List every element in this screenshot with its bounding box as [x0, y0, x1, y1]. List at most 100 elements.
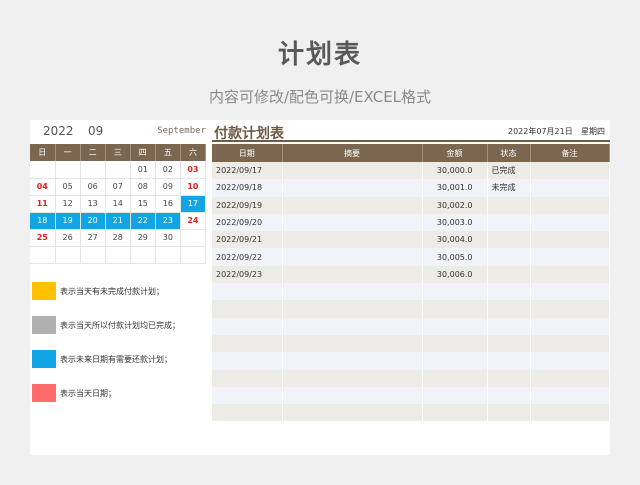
cell-date[interactable]: 2022/09/21 — [212, 231, 283, 249]
cell-remarks[interactable] — [530, 213, 610, 232]
cell-summary[interactable] — [282, 162, 423, 180]
cell-date[interactable] — [212, 386, 283, 405]
cell-remarks[interactable] — [530, 334, 610, 353]
calendar-day-cell[interactable]: 03 — [180, 161, 207, 179]
cell-remarks[interactable] — [530, 196, 610, 214]
cell-remarks[interactable] — [530, 369, 610, 387]
calendar-day-cell[interactable] — [105, 161, 131, 179]
cell-status[interactable]: 未完成 — [487, 179, 531, 197]
cell-status[interactable] — [487, 283, 531, 301]
cell-remarks[interactable] — [530, 386, 610, 405]
calendar-day-cell[interactable] — [55, 161, 81, 179]
cell-amount[interactable] — [422, 300, 488, 318]
calendar-day-cell[interactable]: 14 — [105, 195, 131, 213]
cell-date[interactable] — [212, 334, 283, 353]
cell-amount[interactable] — [422, 404, 488, 422]
cell-date[interactable] — [212, 369, 283, 387]
calendar-day-cell[interactable]: 22 — [130, 212, 156, 230]
cell-amount[interactable] — [422, 317, 488, 335]
calendar-day-cell[interactable]: 01 — [130, 161, 156, 179]
calendar-day-cell[interactable]: 26 — [55, 229, 81, 247]
calendar-day-cell[interactable]: 04 — [30, 178, 56, 196]
calendar-day-cell[interactable]: 23 — [155, 212, 181, 230]
cell-remarks[interactable] — [530, 231, 610, 249]
cell-remarks[interactable] — [530, 317, 610, 335]
calendar-day-cell[interactable] — [180, 246, 207, 264]
cell-summary[interactable] — [282, 213, 423, 232]
cell-remarks[interactable] — [530, 300, 610, 318]
calendar-day-cell[interactable]: 11 — [30, 195, 56, 213]
calendar-day-cell[interactable]: 27 — [80, 229, 106, 247]
calendar-day-cell[interactable]: 12 — [55, 195, 81, 213]
calendar-day-cell[interactable]: 25 — [30, 229, 56, 247]
cell-summary[interactable] — [282, 334, 423, 353]
calendar-day-cell[interactable]: 29 — [130, 229, 156, 247]
cell-amount[interactable] — [422, 283, 488, 301]
calendar-day-cell[interactable]: 20 — [80, 212, 106, 230]
cell-remarks[interactable] — [530, 248, 610, 266]
cell-remarks[interactable] — [530, 162, 610, 180]
cell-summary[interactable] — [282, 300, 423, 318]
calendar-day-cell[interactable] — [30, 246, 56, 264]
calendar-day-cell[interactable]: 16 — [155, 195, 181, 213]
cell-summary[interactable] — [282, 196, 423, 214]
cell-date[interactable] — [212, 317, 283, 335]
cell-date[interactable]: 2022/09/18 — [212, 179, 283, 197]
calendar-day-cell[interactable]: 28 — [105, 229, 131, 247]
calendar-day-cell[interactable] — [105, 246, 131, 264]
cell-status[interactable] — [487, 386, 531, 405]
calendar-year[interactable]: 2022 — [43, 124, 74, 138]
calendar-day-cell[interactable]: 15 — [130, 195, 156, 213]
cell-date[interactable]: 2022/09/22 — [212, 248, 283, 266]
cell-summary[interactable] — [282, 404, 423, 422]
calendar-day-cell[interactable] — [155, 246, 181, 264]
cell-status[interactable] — [487, 196, 531, 214]
calendar-day-cell[interactable] — [55, 246, 81, 264]
calendar-day-cell[interactable] — [130, 246, 156, 264]
cell-amount[interactable]: 30,002.0 — [422, 196, 488, 214]
calendar-month[interactable]: 09 — [88, 124, 103, 138]
cell-summary[interactable] — [282, 248, 423, 266]
cell-amount[interactable]: 30,006.0 — [422, 265, 488, 284]
cell-remarks[interactable] — [530, 283, 610, 301]
cell-summary[interactable] — [282, 369, 423, 387]
cell-summary[interactable] — [282, 317, 423, 335]
cell-summary[interactable] — [282, 179, 423, 197]
calendar-day-cell[interactable]: 06 — [80, 178, 106, 196]
calendar-day-cell[interactable]: 08 — [130, 178, 156, 196]
cell-date[interactable]: 2022/09/17 — [212, 162, 283, 180]
cell-status[interactable] — [487, 404, 531, 422]
calendar-day-cell[interactable]: 09 — [155, 178, 181, 196]
cell-summary[interactable] — [282, 283, 423, 301]
cell-status[interactable] — [487, 369, 531, 387]
calendar-day-cell[interactable]: 17 — [180, 195, 207, 213]
calendar-day-cell[interactable]: 21 — [105, 212, 131, 230]
cell-amount[interactable]: 30,003.0 — [422, 213, 488, 232]
cell-summary[interactable] — [282, 231, 423, 249]
cell-status[interactable] — [487, 317, 531, 335]
cell-date[interactable] — [212, 283, 283, 301]
cell-status[interactable] — [487, 265, 531, 284]
cell-remarks[interactable] — [530, 179, 610, 197]
calendar-day-cell[interactable]: 19 — [55, 212, 81, 230]
calendar-day-cell[interactable]: 13 — [80, 195, 106, 213]
cell-amount[interactable] — [422, 352, 488, 370]
calendar-day-cell[interactable]: 02 — [155, 161, 181, 179]
cell-summary[interactable] — [282, 386, 423, 405]
cell-status[interactable] — [487, 213, 531, 232]
calendar-day-cell[interactable]: 05 — [55, 178, 81, 196]
cell-summary[interactable] — [282, 352, 423, 370]
cell-date[interactable] — [212, 300, 283, 318]
cell-amount[interactable]: 30,004.0 — [422, 231, 488, 249]
cell-date[interactable]: 2022/09/20 — [212, 213, 283, 232]
cell-amount[interactable]: 30,005.0 — [422, 248, 488, 266]
calendar-day-cell[interactable]: 24 — [180, 212, 207, 230]
calendar-day-cell[interactable]: 18 — [30, 212, 56, 230]
cell-amount[interactable] — [422, 386, 488, 405]
calendar-day-cell[interactable] — [80, 161, 106, 179]
cell-summary[interactable] — [282, 265, 423, 284]
cell-status[interactable] — [487, 231, 531, 249]
cell-date[interactable] — [212, 404, 283, 422]
cell-amount[interactable] — [422, 369, 488, 387]
calendar-day-cell[interactable] — [180, 229, 207, 247]
